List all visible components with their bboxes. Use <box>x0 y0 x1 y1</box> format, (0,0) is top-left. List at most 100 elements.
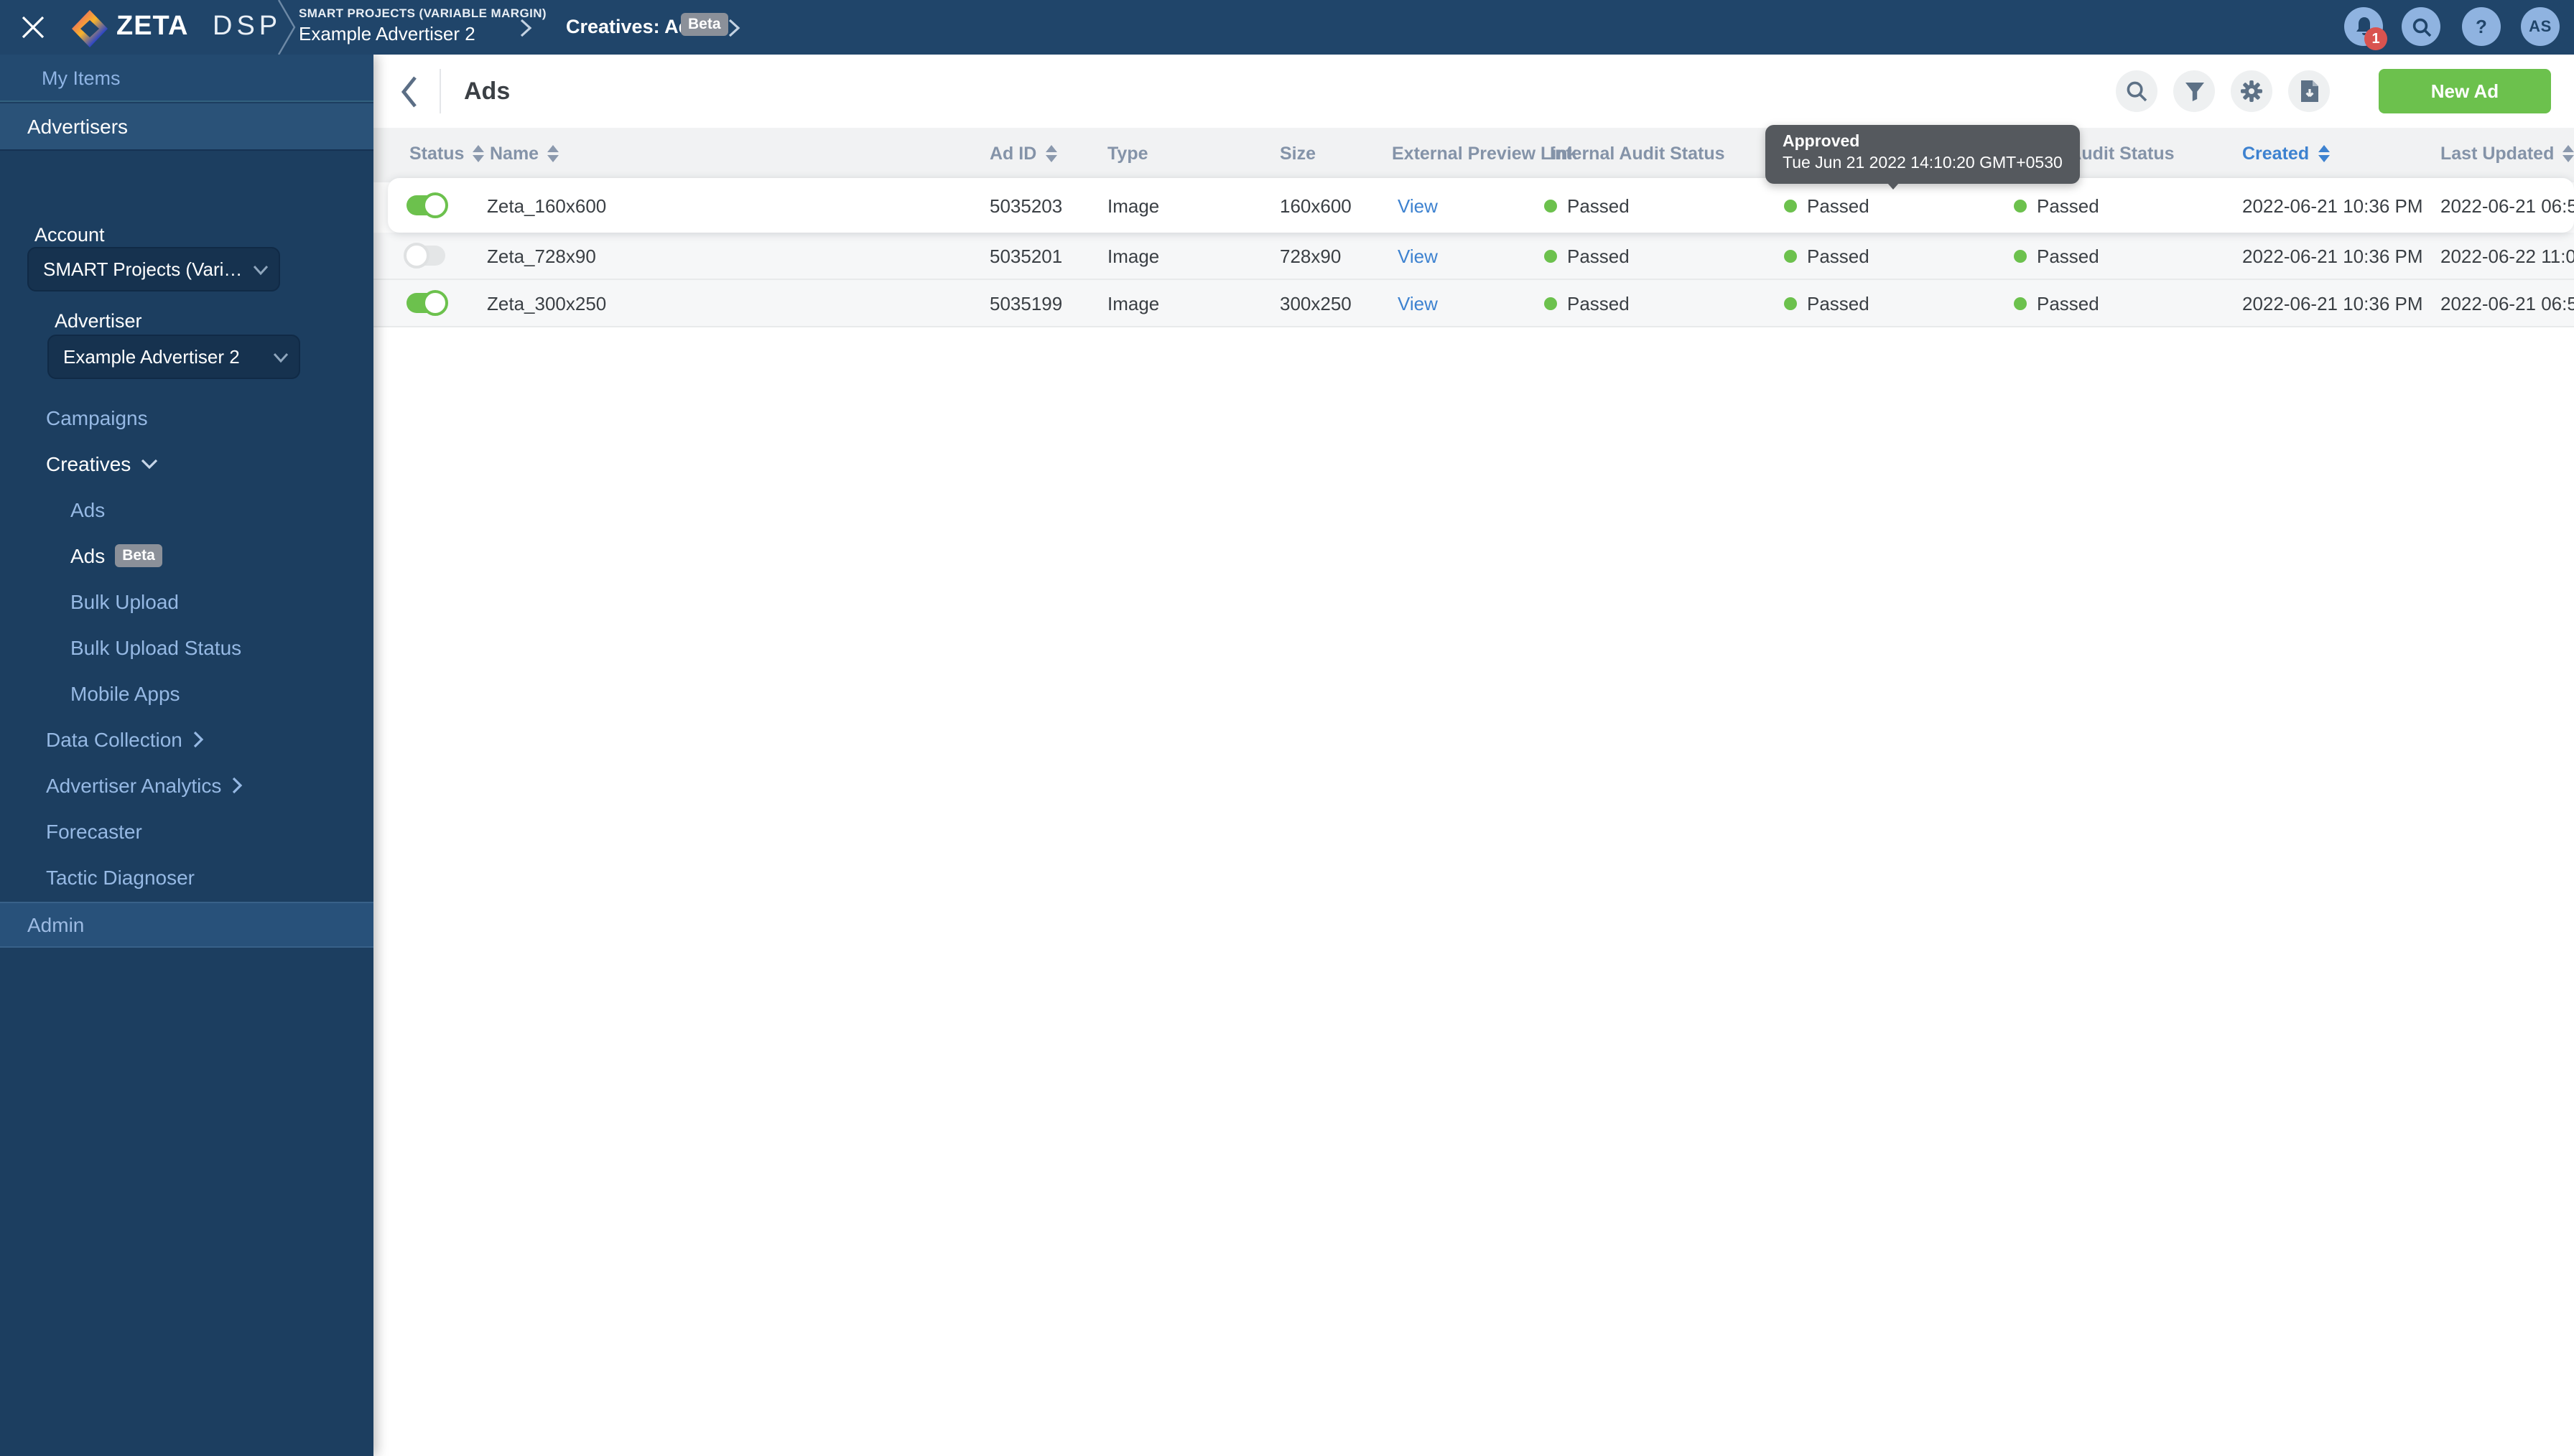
tooltip-caret <box>1882 177 1905 190</box>
view-link[interactable]: View <box>1398 245 1438 266</box>
chevron-right-icon <box>193 731 204 748</box>
status-dot <box>1544 297 1557 309</box>
sidebar-item-advertiser-analytics[interactable]: Advertiser Analytics <box>46 771 243 800</box>
global-search-button[interactable] <box>2402 7 2440 46</box>
table-row[interactable]: Zeta_160x600 5035203 Image 160x600 View … <box>388 178 2574 233</box>
created-date: 2022-06-21 10:36 PM <box>2242 245 2423 266</box>
zeta-dsp-app: ZETA DSP SMART PROJECTS (VARIABLE MARGIN… <box>0 0 2574 1456</box>
breadcrumb-beta-badge: Beta <box>681 13 728 36</box>
export-button[interactable] <box>2288 70 2330 112</box>
settings-icon <box>2241 80 2262 102</box>
sidebar-item-campaigns[interactable]: Campaigns <box>46 403 148 432</box>
sidebar-item-forecaster[interactable]: Forecaster <box>46 817 142 846</box>
audit-status: Passed <box>1567 245 1630 266</box>
breadcrumb-advertiser-name: Example Advertiser 2 <box>299 23 475 45</box>
table-row[interactable]: Zeta_728x90 5035201 Image 728x90 View Pa… <box>373 233 2574 280</box>
ad-name: Zeta_300x250 <box>487 292 607 314</box>
chevron-right-icon <box>728 19 740 37</box>
back-button[interactable] <box>396 75 425 109</box>
sidebar-item-ads-beta[interactable]: Ads Beta <box>70 541 162 570</box>
new-ad-button[interactable]: New Ad <box>2379 69 2551 113</box>
view-link[interactable]: View <box>1398 292 1438 314</box>
user-avatar[interactable]: AS <box>2521 7 2560 46</box>
audit-status: Passed <box>2037 195 2099 216</box>
sidebar-item-data-collection[interactable]: Data Collection <box>46 725 204 754</box>
ad-id: 5035201 <box>990 245 1063 266</box>
close-icon[interactable] <box>20 14 46 40</box>
sidebar-item-bulk-upload-status[interactable]: Bulk Upload Status <box>70 633 241 662</box>
sort-icon <box>2563 145 2574 162</box>
column-header-internal-audit-status[interactable]: Internal Audit Status <box>1550 144 1725 164</box>
last-updated-date: 2022-06-21 06:56 <box>2440 292 2574 314</box>
audit-status-tooltip: Approved Tue Jun 21 2022 14:10:20 GMT+05… <box>1765 125 2080 184</box>
breadcrumb-advertiser-segment[interactable]: SMART PROJECTS (VARIABLE MARGIN) Example… <box>299 6 547 45</box>
ad-type: Image <box>1107 195 1160 216</box>
sidebar-item-bulk-upload[interactable]: Bulk Upload <box>70 587 179 616</box>
admin-label: Admin <box>27 913 85 936</box>
column-header-created[interactable]: Created <box>2242 144 2330 164</box>
status-dot <box>1784 199 1797 212</box>
chevron-right-icon <box>233 777 243 794</box>
advertiser-select-value: Example Advertiser 2 <box>63 346 240 368</box>
filter-button[interactable] <box>2173 70 2215 112</box>
audit-status: Passed <box>2037 245 2099 266</box>
status-toggle[interactable] <box>406 290 448 316</box>
table-row[interactable]: Zeta_300x250 5035199 Image 300x250 View … <box>373 280 2574 327</box>
sidebar-item-admin[interactable]: Admin <box>0 902 373 948</box>
status-dot <box>1784 249 1797 262</box>
sidebar: My Items Advertisers Account SMART Proje… <box>0 55 373 1456</box>
ad-type: Image <box>1107 245 1160 266</box>
settings-button[interactable] <box>2231 70 2272 112</box>
column-header-name[interactable]: Name <box>490 144 559 164</box>
help-button[interactable]: ? <box>2462 7 2501 46</box>
notification-count-badge: 1 <box>2364 27 2387 50</box>
column-header-ad-id[interactable]: Ad ID <box>990 144 1057 164</box>
audit-status[interactable]: Passed <box>1807 195 1869 216</box>
account-select-value: SMART Projects (Variable M... <box>43 258 247 280</box>
audit-status: Passed <box>1807 245 1869 266</box>
column-header-size[interactable]: Size <box>1280 144 1316 164</box>
ad-size: 160x600 <box>1280 195 1352 216</box>
status-dot <box>1544 249 1557 262</box>
table-header: Status Name Ad ID Type Size External Pre… <box>373 128 2574 182</box>
topbar: ZETA DSP SMART PROJECTS (VARIABLE MARGIN… <box>0 0 2574 55</box>
column-header-last-updated[interactable]: Last Updated <box>2440 144 2574 164</box>
account-label: Account <box>34 224 105 246</box>
status-toggle[interactable] <box>404 243 445 269</box>
breadcrumb-divider-icon <box>277 0 296 55</box>
my-items-label: My Items <box>42 67 121 88</box>
ad-id: 5035203 <box>990 195 1063 216</box>
last-updated-date: 2022-06-22 11:06 <box>2440 245 2574 266</box>
sidebar-item-tactic-diagnoser[interactable]: Tactic Diagnoser <box>46 863 195 892</box>
breadcrumb-account-label: SMART PROJECTS (VARIABLE MARGIN) <box>299 6 547 20</box>
sidebar-item-ads[interactable]: Ads <box>70 495 105 524</box>
status-toggle[interactable] <box>406 192 448 218</box>
page-header: Ads New Ad <box>373 55 2574 128</box>
search-icon <box>2127 81 2147 102</box>
audit-status: Passed <box>1807 292 1869 314</box>
account-select[interactable]: SMART Projects (Variable M... <box>27 247 280 291</box>
ad-type: Image <box>1107 292 1160 314</box>
ad-id: 5035199 <box>990 292 1063 314</box>
toggle-knob <box>404 243 429 269</box>
sidebar-item-creatives[interactable]: Creatives <box>46 449 158 478</box>
advertiser-select[interactable]: Example Advertiser 2 <box>47 335 300 379</box>
sidebar-item-mobile-apps[interactable]: Mobile Apps <box>70 679 180 708</box>
toggle-knob <box>422 290 448 316</box>
sort-icon <box>1045 145 1057 162</box>
audit-status: Passed <box>1567 195 1630 216</box>
view-link[interactable]: View <box>1398 195 1438 216</box>
zeta-logo-icon[interactable] <box>72 10 108 47</box>
column-header-status[interactable]: Status <box>409 144 485 164</box>
status-dot <box>1784 297 1797 309</box>
chevron-down-icon <box>273 353 289 363</box>
column-header-type[interactable]: Type <box>1107 144 1148 164</box>
created-date: 2022-06-21 10:36 PM <box>2242 292 2423 314</box>
status-dot <box>2014 297 2027 309</box>
chevron-right-icon <box>520 19 532 37</box>
table-search-button[interactable] <box>2116 70 2157 112</box>
sidebar-item-advertisers[interactable]: Advertisers <box>0 103 373 151</box>
status-dot <box>2014 249 2027 262</box>
brand-dsp: DSP <box>213 11 282 42</box>
sidebar-item-my-items[interactable]: My Items <box>0 55 373 102</box>
